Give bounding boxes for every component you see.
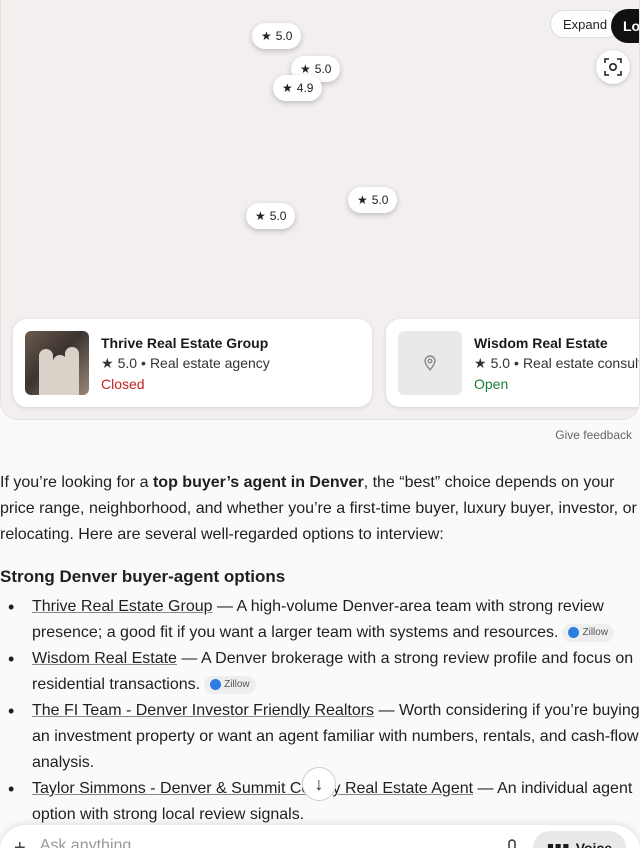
waveform-icon: ▮▮▮ bbox=[546, 839, 570, 848]
agent-link[interactable]: Taylor Simmons - Denver & Summit County … bbox=[32, 780, 473, 797]
pin-rating: 5.0 bbox=[275, 29, 293, 43]
microphone-icon[interactable] bbox=[505, 839, 519, 848]
locate-button[interactable] bbox=[596, 50, 630, 84]
separator-dot: • bbox=[141, 355, 146, 371]
list-item: Thrive Real Estate Group — A high-volume… bbox=[0, 594, 640, 646]
pin-rating: 5.0 bbox=[371, 193, 389, 207]
zillow-icon bbox=[568, 627, 580, 639]
star-icon: ★ bbox=[300, 62, 311, 76]
star-icon: ★ bbox=[357, 193, 368, 207]
list-item: Wisdom Real Estate — A Denver brokerage … bbox=[0, 646, 640, 698]
agent-link[interactable]: The FI Team - Denver Investor Friendly R… bbox=[32, 702, 374, 719]
pin-rating: 5.0 bbox=[269, 209, 287, 223]
source-label: Zillow bbox=[582, 626, 609, 638]
place-photo-placeholder bbox=[398, 331, 462, 395]
place-card[interactable]: Thrive Real Estate Group ★ 5.0 • Real es… bbox=[13, 319, 372, 407]
place-name: Wisdom Real Estate bbox=[474, 334, 608, 351]
give-feedback-link[interactable]: Give feedback bbox=[555, 428, 632, 442]
arrow-down-icon: ↓ bbox=[314, 773, 324, 794]
intro-paragraph: If you’re looking for a top buyer’s agen… bbox=[0, 470, 640, 548]
section-heading: Strong Denver buyer-agent options bbox=[0, 567, 286, 586]
map-pin[interactable]: ★ 4.9 bbox=[273, 75, 323, 101]
source-chip[interactable]: Zillow bbox=[204, 675, 256, 694]
pin-rating: 4.9 bbox=[296, 81, 314, 95]
scroll-down-button[interactable]: ↓ bbox=[302, 767, 336, 801]
star-icon: ★ bbox=[255, 209, 266, 223]
separator-dot: • bbox=[514, 355, 519, 371]
voice-label: Voice bbox=[575, 840, 612, 848]
map-panel[interactable]: ★ 5.0 ★ 5.0 ★ 4.9 ★ 5.0 ★ 5.0 Expand Log… bbox=[0, 0, 640, 420]
composer-bar: + Ask anything ▮▮▮ Voice bbox=[0, 825, 640, 848]
place-rating: 5.0 bbox=[490, 355, 511, 371]
map-pin[interactable]: ★ 5.0 bbox=[348, 187, 398, 213]
plus-icon[interactable]: + bbox=[14, 837, 26, 848]
voice-button[interactable]: ▮▮▮ Voice bbox=[532, 831, 626, 848]
place-category: Real estate agency bbox=[149, 355, 270, 371]
place-category: Real estate consultant bbox=[522, 355, 639, 371]
agent-link[interactable]: Thrive Real Estate Group bbox=[32, 598, 213, 615]
intro-bold: top buyer’s agent in Denver bbox=[152, 474, 364, 491]
intro-text: If you’re looking for a bbox=[0, 474, 153, 491]
pin-rating: 5.0 bbox=[314, 62, 332, 76]
source-chip[interactable]: Zillow bbox=[562, 623, 615, 642]
star-icon: ★ bbox=[474, 354, 487, 371]
place-status: Closed bbox=[101, 375, 145, 392]
composer-input[interactable]: Ask anything bbox=[40, 837, 491, 848]
login-button[interactable]: Log in bbox=[611, 9, 639, 43]
place-card[interactable]: Wisdom Real Estate ★ 5.0 • Real estate c… bbox=[386, 319, 639, 407]
star-icon: ★ bbox=[261, 29, 272, 43]
star-icon: ★ bbox=[101, 354, 114, 371]
agent-link[interactable]: Wisdom Real Estate bbox=[32, 650, 177, 667]
place-photo bbox=[25, 331, 89, 395]
location-pin-icon bbox=[424, 355, 436, 372]
expand-button[interactable]: Expand bbox=[550, 10, 621, 38]
place-status: Open bbox=[474, 375, 509, 392]
map-pin[interactable]: ★ 5.0 bbox=[246, 203, 296, 229]
list-item: The FI Team - Denver Investor Friendly R… bbox=[0, 698, 640, 776]
star-icon: ★ bbox=[282, 81, 293, 95]
place-rating: 5.0 bbox=[117, 355, 138, 371]
place-name: Thrive Real Estate Group bbox=[101, 334, 269, 351]
locate-icon bbox=[604, 58, 622, 76]
zillow-icon bbox=[210, 679, 222, 691]
source-label: Zillow bbox=[224, 678, 250, 690]
map-pin[interactable]: ★ 5.0 bbox=[252, 23, 302, 49]
